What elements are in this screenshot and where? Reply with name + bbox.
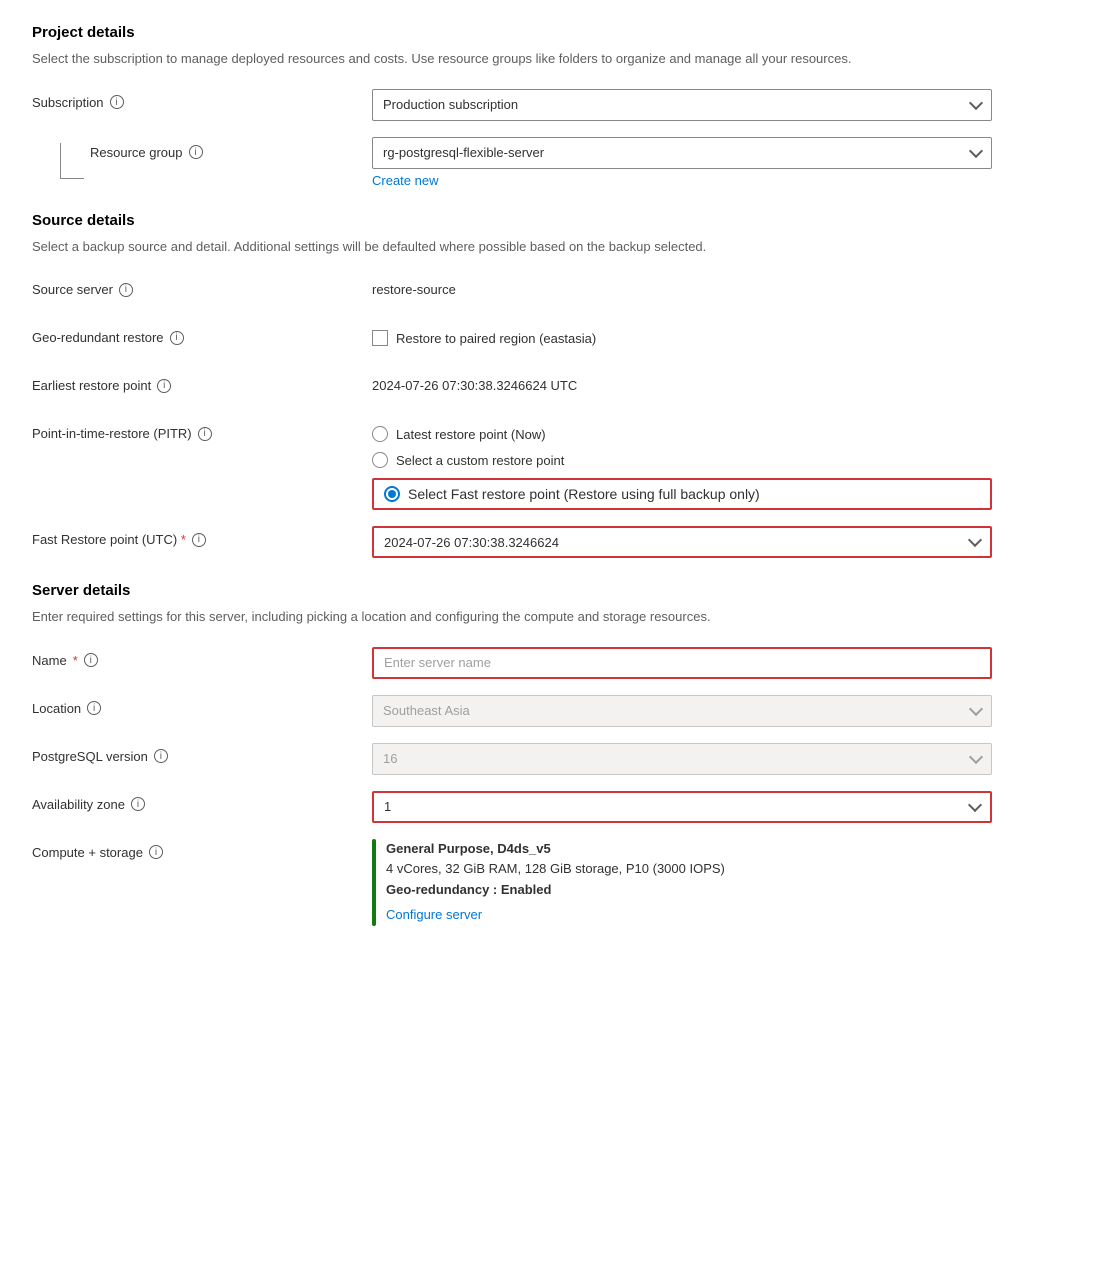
earliest-restore-row: Earliest restore point i 2024-07-26 07:3… — [32, 372, 1069, 404]
pitr-option-2[interactable]: Select a custom restore point — [372, 452, 992, 468]
server-details-desc: Enter required settings for this server,… — [32, 607, 1069, 627]
pitr-radio-2[interactable] — [372, 452, 388, 468]
compute-storage-specs: 4 vCores, 32 GiB RAM, 128 GiB storage, P… — [386, 859, 725, 880]
subscription-control: Production subscription — [372, 89, 992, 121]
pitr-option-3-box[interactable]: Select Fast restore point (Restore using… — [372, 478, 992, 510]
fast-restore-label: Fast Restore point (UTC) * i — [32, 526, 372, 547]
availability-zone-chevron-icon — [968, 797, 982, 811]
source-server-label: Source server i — [32, 276, 372, 297]
source-details-title: Source details — [32, 212, 1069, 229]
earliest-restore-label: Earliest restore point i — [32, 372, 372, 393]
location-row: Location i Southeast Asia — [32, 695, 1069, 727]
subscription-dropdown[interactable]: Production subscription — [372, 89, 992, 121]
compute-storage-tier: General Purpose, D4ds_v5 — [386, 839, 725, 860]
resource-group-control: rg-postgresql-flexible-server Create new — [372, 137, 992, 188]
name-input[interactable] — [372, 647, 992, 679]
pitr-option-2-label: Select a custom restore point — [396, 453, 564, 468]
geo-redundant-checkbox-row[interactable]: Restore to paired region (eastasia) — [372, 324, 992, 346]
project-details-section: Project details Select the subscription … — [32, 24, 1069, 188]
postgresql-version-dropdown: 16 — [372, 743, 992, 775]
subscription-label: Subscription i — [32, 89, 372, 110]
fast-restore-control: 2024-07-26 07:30:38.3246624 — [372, 526, 992, 558]
subscription-chevron-icon — [969, 95, 983, 109]
fast-restore-row: Fast Restore point (UTC) * i 2024-07-26 … — [32, 526, 1069, 558]
location-dropdown: Southeast Asia — [372, 695, 992, 727]
availability-zone-row: Availability zone i 1 — [32, 791, 1069, 823]
pitr-control: Latest restore point (Now) Select a cust… — [372, 420, 992, 510]
fast-restore-info-icon[interactable]: i — [192, 533, 206, 547]
resource-group-info-icon[interactable]: i — [189, 145, 203, 159]
compute-storage-row: Compute + storage i General Purpose, D4d… — [32, 839, 1069, 926]
pitr-option-1-label: Latest restore point (Now) — [396, 427, 546, 442]
availability-zone-dropdown[interactable]: 1 — [372, 791, 992, 823]
compute-storage-value: General Purpose, D4ds_v5 4 vCores, 32 Gi… — [386, 839, 725, 926]
pitr-row: Point-in-time-restore (PITR) i Latest re… — [32, 420, 1069, 510]
resource-group-label: Resource group — [90, 145, 183, 160]
compute-storage-green-bar — [372, 839, 376, 926]
create-new-link[interactable]: Create new — [372, 173, 438, 188]
pitr-radio-group: Latest restore point (Now) Select a cust… — [372, 420, 992, 510]
subscription-row: Subscription i Production subscription — [32, 89, 1069, 121]
project-details-desc: Select the subscription to manage deploy… — [32, 49, 1069, 69]
postgresql-version-info-icon[interactable]: i — [154, 749, 168, 763]
server-details-title: Server details — [32, 582, 1069, 599]
pitr-radio-3[interactable] — [384, 486, 400, 502]
pitr-radio-1[interactable] — [372, 426, 388, 442]
source-server-row: Source server i restore-source — [32, 276, 1069, 308]
pitr-option-3-label: Select Fast restore point (Restore using… — [408, 486, 760, 502]
geo-redundant-label: Geo-redundant restore i — [32, 324, 372, 345]
pitr-info-icon[interactable]: i — [198, 427, 212, 441]
resource-group-dropdown[interactable]: rg-postgresql-flexible-server — [372, 137, 992, 169]
availability-zone-info-icon[interactable]: i — [131, 797, 145, 811]
resource-group-row: Resource group i rg-postgresql-flexible-… — [32, 137, 1069, 188]
name-control — [372, 647, 992, 679]
name-row: Name * i — [32, 647, 1069, 679]
location-chevron-icon — [969, 701, 983, 715]
fast-restore-chevron-icon — [968, 533, 982, 547]
geo-redundant-control: Restore to paired region (eastasia) — [372, 324, 992, 346]
compute-storage-label: Compute + storage i — [32, 839, 372, 860]
geo-redundancy: Geo-redundancy : Enabled — [386, 880, 725, 901]
configure-server-link[interactable]: Configure server — [386, 905, 482, 926]
earliest-restore-control: 2024-07-26 07:30:38.3246624 UTC — [372, 372, 992, 393]
source-details-desc: Select a backup source and detail. Addit… — [32, 237, 1069, 257]
postgresql-version-row: PostgreSQL version i 16 — [32, 743, 1069, 775]
source-server-control: restore-source — [372, 276, 992, 297]
location-info-icon[interactable]: i — [87, 701, 101, 715]
resource-group-chevron-icon — [969, 143, 983, 157]
compute-storage-container: General Purpose, D4ds_v5 4 vCores, 32 Gi… — [372, 839, 992, 926]
geo-redundant-info-icon[interactable]: i — [170, 331, 184, 345]
geo-redundant-checkbox-label: Restore to paired region (eastasia) — [396, 331, 596, 346]
name-label: Name * i — [32, 647, 372, 668]
earliest-restore-info-icon[interactable]: i — [157, 379, 171, 393]
fast-restore-required: * — [181, 532, 186, 547]
name-required-star: * — [73, 653, 78, 668]
postgresql-version-chevron-icon — [969, 749, 983, 763]
name-info-icon[interactable]: i — [84, 653, 98, 667]
compute-storage-info-icon[interactable]: i — [149, 845, 163, 859]
geo-redundant-row: Geo-redundant restore i Restore to paire… — [32, 324, 1069, 356]
location-label: Location i — [32, 695, 372, 716]
availability-zone-control: 1 — [372, 791, 992, 823]
availability-zone-label: Availability zone i — [32, 791, 372, 812]
project-details-title: Project details — [32, 24, 1069, 41]
fast-restore-dropdown[interactable]: 2024-07-26 07:30:38.3246624 — [372, 526, 992, 558]
subscription-info-icon[interactable]: i — [110, 95, 124, 109]
postgresql-version-control: 16 — [372, 743, 992, 775]
earliest-restore-value: 2024-07-26 07:30:38.3246624 UTC — [372, 372, 992, 393]
postgresql-version-label: PostgreSQL version i — [32, 743, 372, 764]
source-details-section: Source details Select a backup source an… — [32, 212, 1069, 559]
source-server-info-icon[interactable]: i — [119, 283, 133, 297]
pitr-label: Point-in-time-restore (PITR) i — [32, 420, 372, 441]
geo-redundant-checkbox[interactable] — [372, 330, 388, 346]
source-server-value: restore-source — [372, 276, 992, 297]
location-control: Southeast Asia — [372, 695, 992, 727]
server-details-section: Server details Enter required settings f… — [32, 582, 1069, 926]
compute-storage-control: General Purpose, D4ds_v5 4 vCores, 32 Gi… — [372, 839, 992, 926]
pitr-option-1[interactable]: Latest restore point (Now) — [372, 426, 992, 442]
pitr-radio-3-inner — [388, 490, 396, 498]
